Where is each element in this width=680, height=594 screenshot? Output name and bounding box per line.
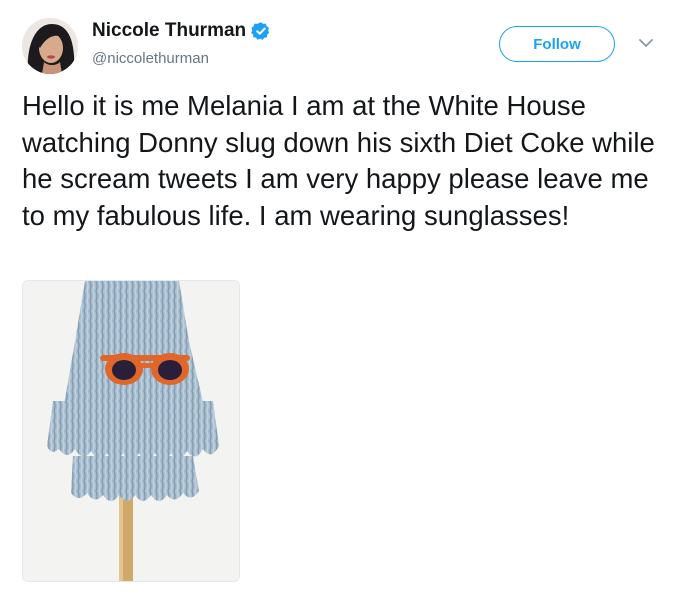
avatar[interactable] bbox=[22, 18, 78, 74]
avatar-photo bbox=[22, 18, 78, 74]
follow-button[interactable]: Follow bbox=[499, 26, 615, 62]
mop-with-sunglasses-image bbox=[23, 281, 239, 581]
tweet-text: Hello it is me Melania I am at the White… bbox=[22, 90, 655, 231]
author-name-row: Niccole Thurman bbox=[92, 20, 271, 42]
verified-badge-icon bbox=[251, 21, 271, 41]
tweet-media-image[interactable] bbox=[22, 280, 240, 582]
tweet-card: Niccole Thurman @niccolethurman Follow H… bbox=[0, 0, 680, 594]
chevron-down-icon[interactable] bbox=[638, 36, 654, 48]
author-name[interactable]: Niccole Thurman bbox=[92, 20, 246, 42]
author-handle[interactable]: @niccolethurman bbox=[92, 50, 209, 67]
